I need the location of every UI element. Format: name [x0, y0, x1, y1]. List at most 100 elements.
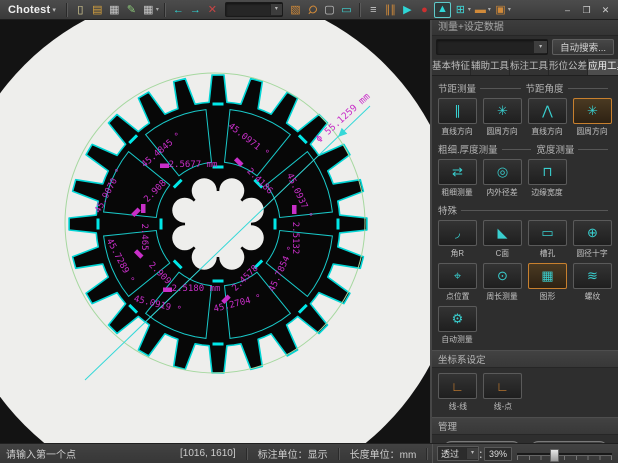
- pitch-angle-circular-button[interactable]: ✳圆周方向: [572, 98, 613, 137]
- auto-measure-button[interactable]: ⚙自动测量: [437, 306, 478, 345]
- pitch-angle-circular-icon: ✳: [587, 103, 598, 119]
- light-controls: 透过 ▾ 39%: [432, 444, 618, 463]
- status-unit-length: 长度单位：mm: [340, 446, 427, 461]
- save-as-icon[interactable]: ▦: [141, 2, 156, 18]
- point-position-icon: ⌖: [454, 268, 461, 284]
- chevron-down-icon[interactable]: ▾: [270, 4, 282, 15]
- hub-bore-lobe: [172, 225, 197, 250]
- slot-hole-button[interactable]: ▭槽孔: [527, 220, 568, 259]
- width-label: 2.5180 mm: [163, 284, 220, 294]
- edit-program-icon[interactable]: ✎: [124, 2, 139, 18]
- inner-outer-diameter-icon: ◎: [497, 164, 508, 180]
- pitch-linear-icon: ∥: [454, 103, 461, 119]
- coord-line-line-button[interactable]: ∟线-线: [437, 373, 478, 412]
- camera-image[interactable]: 45.4845 °45.0971 °45.0937 °45.7854 °45.2…: [0, 20, 430, 443]
- coord-line-line-icon: ∟: [451, 379, 464, 394]
- perimeter-measure-icon: ⊙: [497, 268, 508, 284]
- chevron-down-icon[interactable]: ▾: [52, 6, 56, 14]
- play-icon[interactable]: ▶: [400, 2, 415, 18]
- section-header-pitch-measure: 节距测量: [438, 81, 476, 95]
- measurement-panel: 测量+设定数据 ▾ 自动搜索... 基本特征辅助工具标注工具形位公差应用工具 节…: [430, 20, 618, 443]
- auto-measure-icon: ⚙: [452, 311, 464, 327]
- pattern-button[interactable]: ▦图形: [527, 263, 568, 302]
- panel-tabs: 基本特征辅助工具标注工具形位公差应用工具: [432, 59, 618, 76]
- slider-handle[interactable]: [550, 449, 559, 462]
- layers-icon[interactable]: ⊞: [453, 2, 468, 18]
- thread-icon: ≋: [587, 268, 598, 284]
- section-header-thickness: 粗细.厚度测量: [438, 142, 498, 156]
- circle-cross-button[interactable]: ⊕圆径十字: [572, 220, 613, 259]
- exposure-icon[interactable]: ▬: [473, 2, 488, 18]
- section-header-pitch-angle: 节距角度: [526, 81, 564, 95]
- pitch-linear-button[interactable]: ∥直线方向: [437, 98, 478, 137]
- svg-text:2.465: 2.465: [139, 223, 149, 250]
- record-icon[interactable]: ●: [417, 2, 432, 18]
- section-coordinate-system: 坐标系设定: [432, 350, 618, 368]
- tab-1[interactable]: 基本特征: [432, 59, 471, 75]
- c-face-button[interactable]: ◣C面: [482, 220, 523, 259]
- edge-width-button[interactable]: ⊓边缘宽度: [527, 159, 568, 198]
- section-header-special: 特殊: [438, 203, 613, 217]
- chevron-down-icon[interactable]: ▾: [156, 6, 159, 13]
- light-intensity-value: 39%: [484, 447, 512, 461]
- magnifier-icon[interactable]: Ϙ: [301, 0, 323, 20]
- status-hint: 请输入第一个点: [0, 446, 76, 461]
- pattern-icon: ▦: [541, 268, 553, 284]
- monitor-icon[interactable]: ▭: [339, 2, 354, 18]
- hub-bore-lobe: [219, 178, 244, 203]
- light-mode-select[interactable]: 透过 ▾: [437, 446, 479, 461]
- open-folder-icon[interactable]: ▤: [90, 2, 105, 18]
- perimeter-measure-button[interactable]: ⊙周长测量: [482, 263, 523, 302]
- chevron-down-icon[interactable]: ▾: [533, 41, 547, 53]
- undo-arrow-icon[interactable]: ←: [171, 2, 186, 18]
- coord-line-point-button[interactable]: ∟线-点: [482, 373, 523, 412]
- svg-text:2.5132: 2.5132: [290, 222, 300, 255]
- crop-icon[interactable]: ▢: [322, 2, 337, 18]
- maximize-button[interactable]: ❐: [578, 3, 595, 17]
- svg-text:2.5677 mm: 2.5677 mm: [169, 160, 218, 170]
- pitch-angle-linear-button[interactable]: ⋀直线方向: [527, 98, 568, 137]
- thickness-measure-button[interactable]: ⇄粗细测量: [437, 159, 478, 198]
- capture-shape-icon[interactable]: ▲: [434, 2, 451, 18]
- panel-title: 测量+设定数据: [432, 20, 618, 36]
- app-logo[interactable]: Chotest: [8, 4, 50, 16]
- width-label: 2.5677 mm: [160, 160, 217, 170]
- barcode-icon[interactable]: ∥∥: [383, 2, 398, 18]
- new-part-icon[interactable]: ▯: [73, 2, 88, 18]
- point-position-button[interactable]: ⌖点位置: [437, 263, 478, 302]
- camera-view[interactable]: 45.4845 °45.0971 °45.0937 °45.7854 °45.2…: [0, 20, 430, 443]
- tab-3[interactable]: 标注工具: [510, 59, 549, 75]
- status-bar: 请输入第一个点 [1016, 1610] 标注单位：显示 长度单位：mm 角度单…: [0, 443, 618, 463]
- toolbar-divider: [66, 3, 68, 17]
- save-icon[interactable]: ▦: [107, 2, 122, 18]
- manage-buttons-row: 特征管理 记录管理: [432, 435, 618, 443]
- pitch-circular-button[interactable]: ✳圆周方向: [482, 98, 523, 137]
- close-button[interactable]: ✕: [597, 3, 614, 17]
- feature-select[interactable]: ▾: [436, 39, 548, 55]
- corner-r-button[interactable]: ◞角R: [437, 220, 478, 259]
- chevron-down-icon[interactable]: ▾: [466, 448, 478, 459]
- chevron-down-icon[interactable]: ▾: [468, 6, 471, 13]
- chevron-down-icon[interactable]: ▾: [488, 6, 491, 13]
- hub-bore-lobe: [239, 198, 264, 223]
- inner-outer-diameter-button[interactable]: ◎内外径差: [482, 159, 523, 198]
- chevron-down-icon[interactable]: ▾: [508, 6, 511, 13]
- tab-5[interactable]: 应用工具: [588, 59, 618, 75]
- redo-arrow-icon[interactable]: →: [188, 2, 203, 18]
- tab-4[interactable]: 形位公差: [549, 59, 588, 75]
- list-icon[interactable]: ≡: [366, 2, 381, 18]
- thread-button[interactable]: ≋螺纹: [572, 263, 613, 302]
- window-controls: –❐✕: [557, 3, 614, 17]
- c-face-icon: ◣: [498, 225, 508, 241]
- light-intensity-slider[interactable]: [517, 447, 612, 461]
- section-manage: 管理: [432, 417, 618, 435]
- section-headers-thickness: 粗细.厚度测量 宽度测量: [438, 142, 613, 156]
- view-select[interactable]: ▾: [225, 2, 283, 17]
- tab-2[interactable]: 辅助工具: [471, 59, 510, 75]
- svg-text:2.5180 mm: 2.5180 mm: [172, 284, 221, 294]
- snapshot-icon[interactable]: ▣: [493, 2, 508, 18]
- delete-icon[interactable]: ✕: [205, 2, 220, 18]
- minimize-button[interactable]: –: [559, 3, 576, 17]
- auto-search-button[interactable]: 自动搜索...: [552, 39, 614, 55]
- hub-bore: [185, 191, 251, 257]
